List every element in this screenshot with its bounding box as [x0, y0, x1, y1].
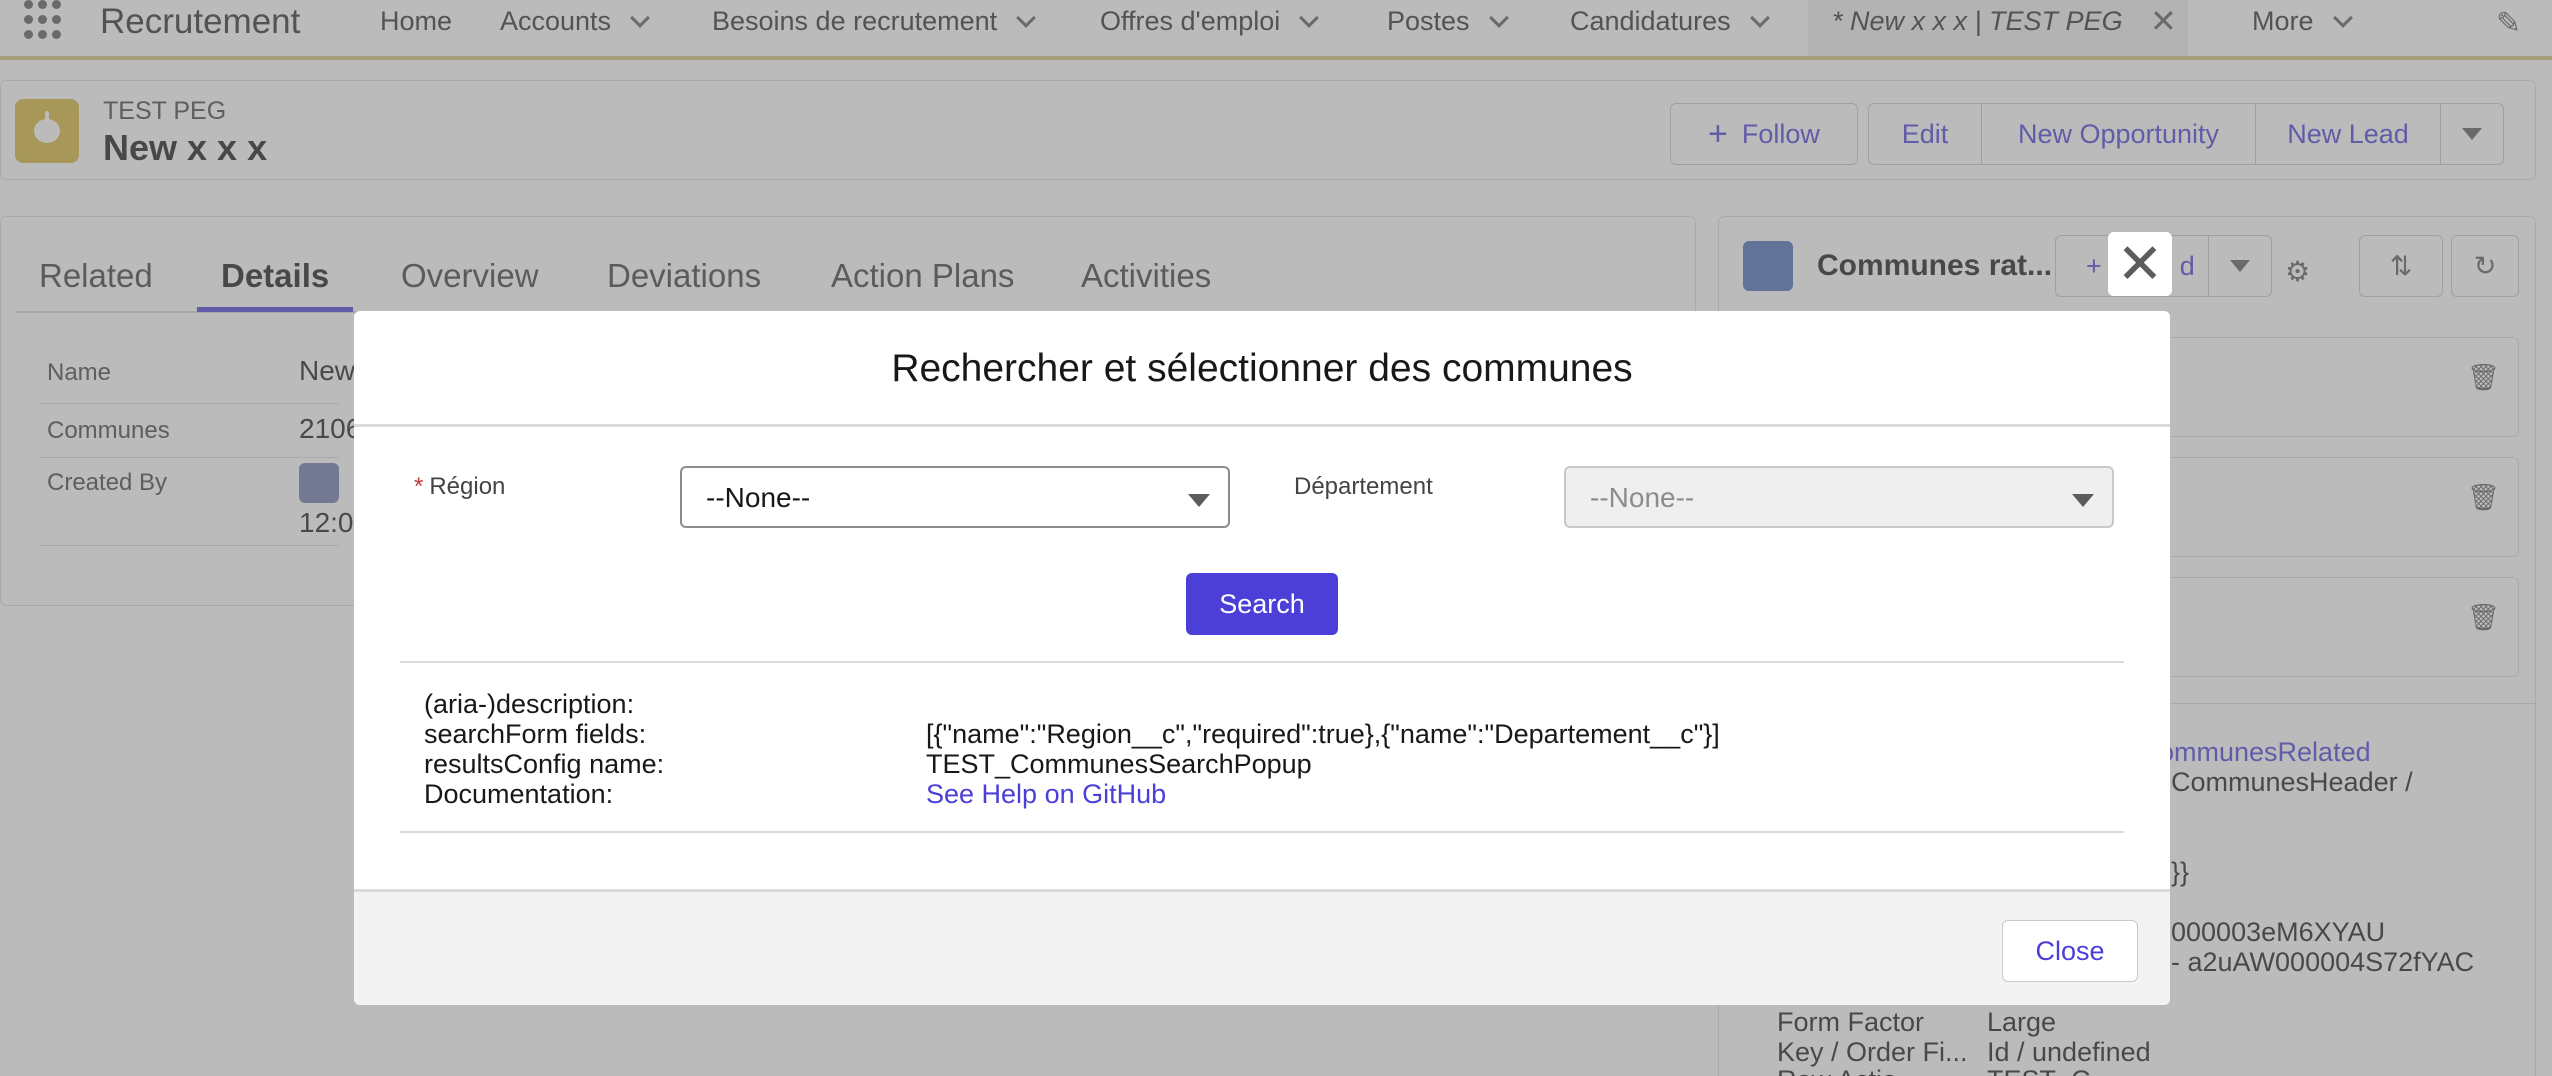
close-icon: ✕	[2116, 232, 2164, 295]
chevron-down-icon	[1188, 494, 1210, 507]
modal-title: Rechercher et sélectionner des communes	[891, 347, 1633, 390]
info-key-resultsconfig: resultsConfig name:	[424, 749, 665, 779]
region-select-value: --None--	[706, 482, 811, 513]
departement-select-value: --None--	[1590, 482, 1695, 513]
region-select[interactable]: --None--	[680, 466, 1230, 528]
info-divider-bottom	[400, 831, 2124, 833]
chevron-down-icon	[2072, 494, 2094, 507]
modal-header: Rechercher et sélectionner des communes	[354, 311, 2170, 427]
documentation-link[interactable]: See Help on GitHub	[926, 779, 1166, 810]
close-button[interactable]: Close	[2002, 920, 2138, 982]
modal-footer: Close	[354, 889, 2170, 1005]
region-label: * Région	[414, 473, 505, 501]
search-communes-modal: Rechercher et sélectionner des communes …	[354, 311, 2170, 1005]
info-divider-top	[400, 661, 2124, 663]
info-key-searchform: searchForm fields:	[424, 719, 647, 749]
info-key-documentation: Documentation:	[424, 779, 614, 809]
info-value-resultsconfig: TEST_CommunesSearchPopup	[926, 749, 1312, 779]
modal-close-icon[interactable]: ✕	[2108, 232, 2172, 296]
required-mark: *	[414, 473, 424, 500]
info-value-searchform: [{"name":"Region__c","required":true},{"…	[926, 719, 1720, 749]
info-key-description: (aria-)description:	[424, 689, 635, 719]
departement-select[interactable]: --None--	[1564, 466, 2114, 528]
departement-label: Département	[1294, 473, 1433, 500]
search-button[interactable]: Search	[1186, 573, 1338, 635]
region-label-text: Région	[429, 473, 506, 500]
